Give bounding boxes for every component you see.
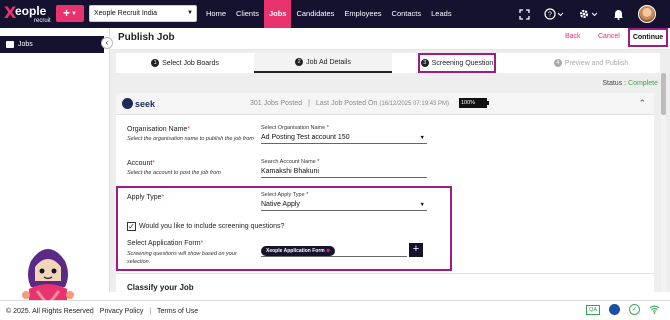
chevron-down-icon: ▼	[419, 135, 425, 141]
check-icon: ✓	[128, 222, 135, 231]
sidebar-collapse-button[interactable]: ‹	[101, 37, 113, 49]
sidebar-item-jobs[interactable]: Jobs	[0, 36, 104, 53]
seek-logo: seek	[122, 98, 155, 109]
application-form-select[interactable]: Xeople Application Form ⊗	[261, 246, 407, 257]
copyright-text: © 2025. All Rights Reserved	[6, 308, 94, 315]
organisation-select-label: Select Organisation Name *	[261, 125, 329, 131]
chevron-down-icon: ▼	[187, 10, 193, 16]
check-circle-icon[interactable]: ✓	[629, 304, 640, 315]
completion-battery: 100%	[459, 98, 489, 108]
footer-links: | Privacy Policy | Terms of Use	[92, 308, 199, 315]
continue-button[interactable]: Continue	[628, 28, 668, 47]
terms-of-use-link[interactable]: Terms of Use	[157, 308, 198, 315]
application-form-label: Select Application Form*	[127, 240, 204, 247]
main-nav: Home Clients Jobs Candidates Employees C…	[201, 0, 457, 28]
scrollbar-thumb[interactable]	[661, 73, 666, 115]
qa-badge: QA	[586, 304, 600, 315]
status-badge: Complete	[628, 80, 658, 87]
application-form-help: Screening questions will show based on y…	[127, 251, 237, 265]
apply-type-highlight: Apply Type* Select Apply Type * Native A…	[116, 186, 452, 271]
wifi-icon[interactable]	[649, 304, 660, 315]
account-help: Select the account to post the job from	[127, 170, 221, 176]
account-name-input[interactable]: Kamakshi Bhakuni	[261, 167, 427, 178]
nav-leads[interactable]: Leads	[426, 0, 456, 28]
svg-text:?: ?	[548, 12, 552, 19]
step-select-job-boards[interactable]: 1 Select Job Boards	[116, 53, 254, 73]
job-board-stats: 301 Jobs Posted | Last Job Posted On (16…	[250, 100, 450, 107]
apply-type-label: Apply Type*	[127, 194, 165, 201]
organisation-name-select[interactable]: Ad Posting Test account 150 ▼	[261, 133, 427, 144]
seek-logo-mark	[122, 98, 133, 109]
briefcase-icon	[6, 41, 14, 48]
nav-clients[interactable]: Clients	[231, 0, 264, 28]
sidebar-item-label: Jobs	[18, 41, 33, 48]
nav-jobs[interactable]: Jobs	[263, 0, 292, 28]
organisation-label: Organisation Name*	[127, 126, 191, 133]
user-icon[interactable]	[609, 304, 620, 315]
job-board-panel: seek 301 Jobs Posted | Last Job Posted O…	[116, 93, 654, 292]
logo-word: eople	[15, 4, 47, 18]
xeople-logo[interactable]: X eople recruit	[4, 3, 56, 25]
chevron-up-icon[interactable]: ⌃	[638, 98, 646, 109]
close-icon[interactable]: ⊗	[326, 248, 330, 254]
nav-employees[interactable]: Employees	[339, 0, 386, 28]
page-header: Publish Job Back Cancel Continue	[110, 28, 670, 50]
status-indicator: Status : Complete	[602, 80, 658, 87]
top-nav-bar: X eople recruit +▼ Xeople Recruit India …	[0, 0, 670, 28]
step-job-ad-details[interactable]: 2 Job Ad Details	[254, 53, 392, 73]
avatar[interactable]	[638, 5, 656, 23]
nav-home[interactable]: Home	[201, 0, 231, 28]
step-screening-question[interactable]: 3 Screening Question	[418, 53, 496, 73]
footer: © 2025. All Rights Reserved | Privacy Po…	[0, 300, 670, 320]
chevron-down-icon: ▼	[419, 202, 425, 208]
screening-questions-label: Would you like to include screening ques…	[139, 223, 285, 230]
back-button[interactable]: Back	[565, 33, 581, 40]
wizard-steps: 1 Select Job Boards 2 Job Ad Details 3 S…	[116, 53, 660, 73]
nav-candidates[interactable]: Candidates	[291, 0, 339, 28]
top-icons: ?	[518, 0, 656, 28]
cancel-button[interactable]: Cancel	[598, 33, 620, 40]
screening-questions-checkbox[interactable]: ✓	[127, 222, 136, 231]
apply-type-select-label: Select Apply Type *	[261, 192, 309, 198]
settings-icon[interactable]	[578, 8, 598, 20]
nav-contacts[interactable]: Contacts	[387, 0, 427, 28]
main-content: 1 Select Job Boards 2 Job Ad Details 3 S…	[110, 50, 670, 292]
scrollbar[interactable]	[661, 73, 666, 292]
job-board-header[interactable]: seek 301 Jobs Posted | Last Job Posted O…	[116, 93, 654, 115]
section-divider	[116, 273, 654, 274]
application-form-chip[interactable]: Xeople Application Form ⊗	[261, 246, 336, 256]
help-icon[interactable]: ?	[544, 8, 564, 20]
bell-icon[interactable]	[612, 8, 624, 20]
step-preview-and-publish[interactable]: 4 Preview and Publish	[522, 53, 660, 73]
logo-sub: recruit	[34, 18, 51, 24]
classify-job-heading: Classify your Job	[127, 283, 194, 292]
page-title: Publish Job	[118, 32, 175, 43]
fullscreen-icon[interactable]	[518, 8, 530, 20]
footer-icons: QA ✓	[586, 304, 660, 315]
organisation-help: Select the organisation name to publish …	[127, 136, 254, 142]
account-select-label: Search Account Name *	[261, 159, 320, 165]
sidebar: Jobs	[0, 28, 110, 315]
privacy-policy-link[interactable]: Privacy Policy	[100, 308, 144, 315]
organisation-select[interactable]: Xeople Recruit India ▼	[89, 5, 197, 22]
quick-add-button[interactable]: +▼	[56, 5, 84, 22]
account-label: Account*	[127, 160, 156, 167]
chevron-down-icon: ▼	[71, 10, 77, 17]
add-application-form-button[interactable]: +	[409, 243, 423, 257]
chevron-left-icon: ‹	[105, 38, 109, 47]
apply-type-select[interactable]: Native Apply ▼	[261, 200, 427, 211]
